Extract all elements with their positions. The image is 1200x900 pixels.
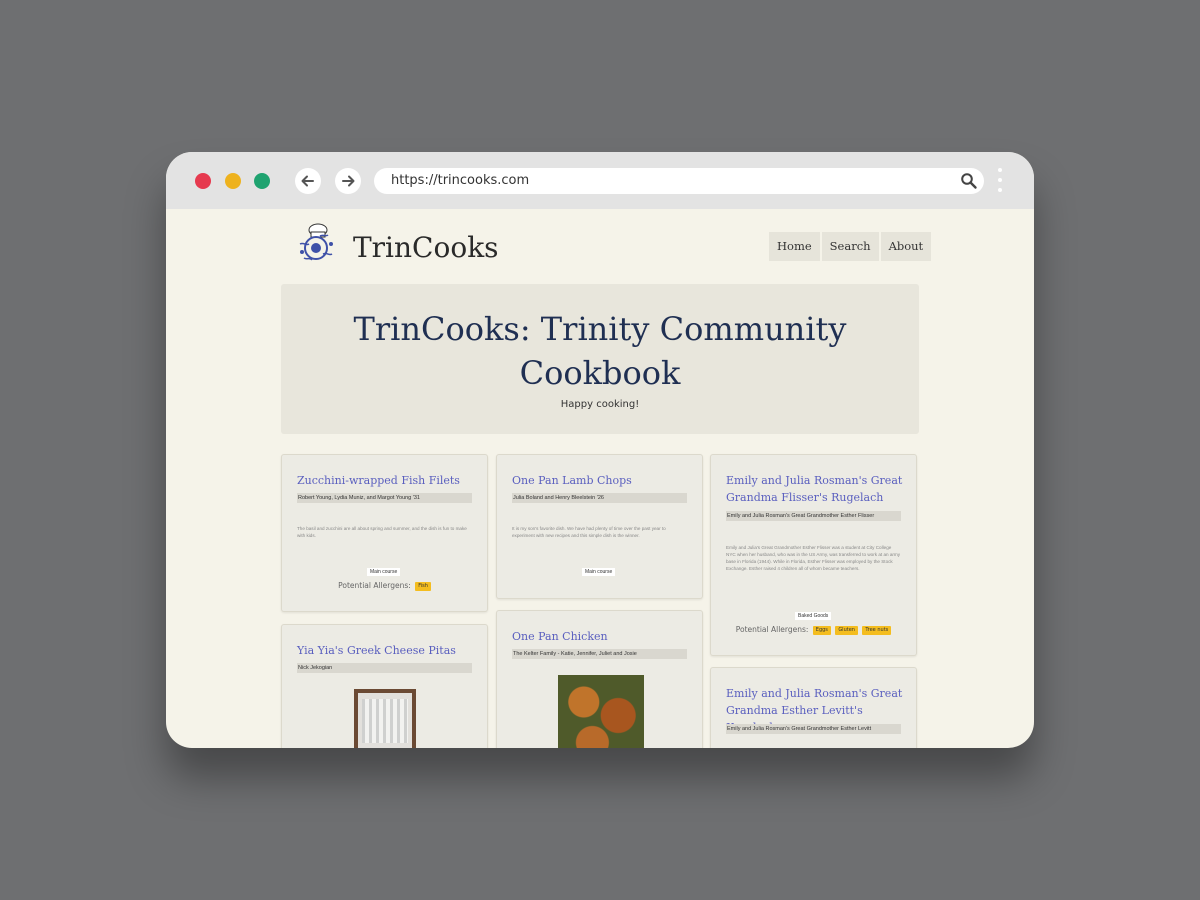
recipe-card[interactable]: One Pan Lamb Chops Julia Boland and Henr… (496, 454, 703, 599)
minimize-window-button[interactable] (225, 173, 241, 189)
page-title-line2: Cookbook (519, 354, 681, 392)
site-brand[interactable]: TrinCooks (353, 231, 499, 264)
kebab-menu-icon[interactable] (997, 168, 1003, 196)
recipe-title[interactable]: Yia Yia's Greek Cheese Pitas (297, 642, 475, 659)
page-subtitle: Happy cooking! (560, 399, 640, 410)
recipe-title[interactable]: Zucchini-wrapped Fish Filets (297, 472, 475, 489)
course-tag: Main course (582, 568, 616, 576)
allergen-badge: Fish (415, 581, 431, 591)
arrow-left-icon (301, 175, 314, 187)
chef-logo-icon[interactable] (294, 222, 338, 266)
recipe-title[interactable]: One Pan Lamb Chops (512, 472, 690, 489)
page-title-line1: TrinCooks: Trinity Community (353, 310, 847, 348)
arrow-right-icon (342, 175, 355, 187)
web-page: TrinCooks Home Search About TrinCooks: T… (166, 209, 1034, 748)
recipe-card[interactable]: Emily and Julia Rosman's Great Grandma E… (710, 667, 917, 748)
allergens-row: Potential Allergens: Eggs Gluten Tree nu… (711, 625, 916, 635)
recipe-description: Emily and Julia's Great Grandmother Esth… (726, 545, 901, 571)
page-title: TrinCooks: Trinity Community Cookbook (281, 284, 919, 395)
recipe-title[interactable]: Emily and Julia Rosman's Great Grandma F… (726, 472, 904, 506)
course-tag: Baked Goods (795, 612, 832, 620)
recipe-card[interactable]: Zucchini-wrapped Fish Filets Robert Youn… (281, 454, 488, 612)
recipe-description: The basil and zucchini are all about spr… (297, 526, 467, 538)
allergens-row: Potential Allergens: Fish (282, 581, 487, 591)
recipe-authors: The Kelter Family - Katie, Jennifer, Jul… (512, 649, 687, 659)
recipe-authors: Nick Jekogian (297, 663, 472, 673)
back-button[interactable] (295, 168, 321, 194)
nav-home[interactable]: Home (769, 232, 820, 261)
search-icon[interactable] (960, 172, 978, 190)
maximize-window-button[interactable] (254, 173, 270, 189)
recipe-card[interactable]: Emily and Julia Rosman's Great Grandma F… (710, 454, 917, 656)
course-tag: Main course (367, 568, 401, 576)
url-text[interactable]: https://trincooks.com (391, 173, 529, 188)
recipe-authors: Robert Young, Lydia Muniz, and Margot Yo… (297, 493, 472, 503)
close-window-button[interactable] (195, 173, 211, 189)
recipe-photo[interactable] (354, 689, 416, 748)
hero-banner: TrinCooks: Trinity Community Cookbook Ha… (281, 284, 919, 434)
browser-window: https://trincooks.com TrinCooks Home Sea… (166, 152, 1034, 748)
address-bar[interactable]: https://trincooks.com (374, 168, 984, 194)
recipe-title[interactable]: One Pan Chicken (512, 628, 690, 645)
allergen-badge: Eggs (812, 625, 831, 635)
recipe-authors: Julia Boland and Henry Bleelstein '26 (512, 493, 687, 503)
recipe-description: It is my son's favorite dish. We have ha… (512, 526, 666, 538)
allergens-label: Potential Allergens: (735, 625, 809, 634)
allergen-badge: Tree nuts (862, 625, 892, 635)
recipe-photo[interactable] (558, 675, 644, 748)
allergens-label: Potential Allergens: (338, 581, 411, 590)
allergen-badge: Gluten (835, 625, 858, 635)
recipe-card[interactable]: One Pan Chicken The Kelter Family - Kati… (496, 610, 703, 748)
recipe-authors: Emily and Julia Rosman's Great Grandmoth… (726, 724, 901, 734)
browser-toolbar: https://trincooks.com (166, 152, 1034, 209)
forward-button[interactable] (335, 168, 361, 194)
recipe-authors: Emily and Julia Rosman's Great Grandmoth… (726, 511, 901, 521)
nav-about[interactable]: About (880, 232, 932, 261)
main-nav: Home Search About (769, 232, 932, 261)
nav-search[interactable]: Search (821, 232, 879, 261)
recipe-card[interactable]: Yia Yia's Greek Cheese Pitas Nick Jekogi… (281, 624, 488, 748)
